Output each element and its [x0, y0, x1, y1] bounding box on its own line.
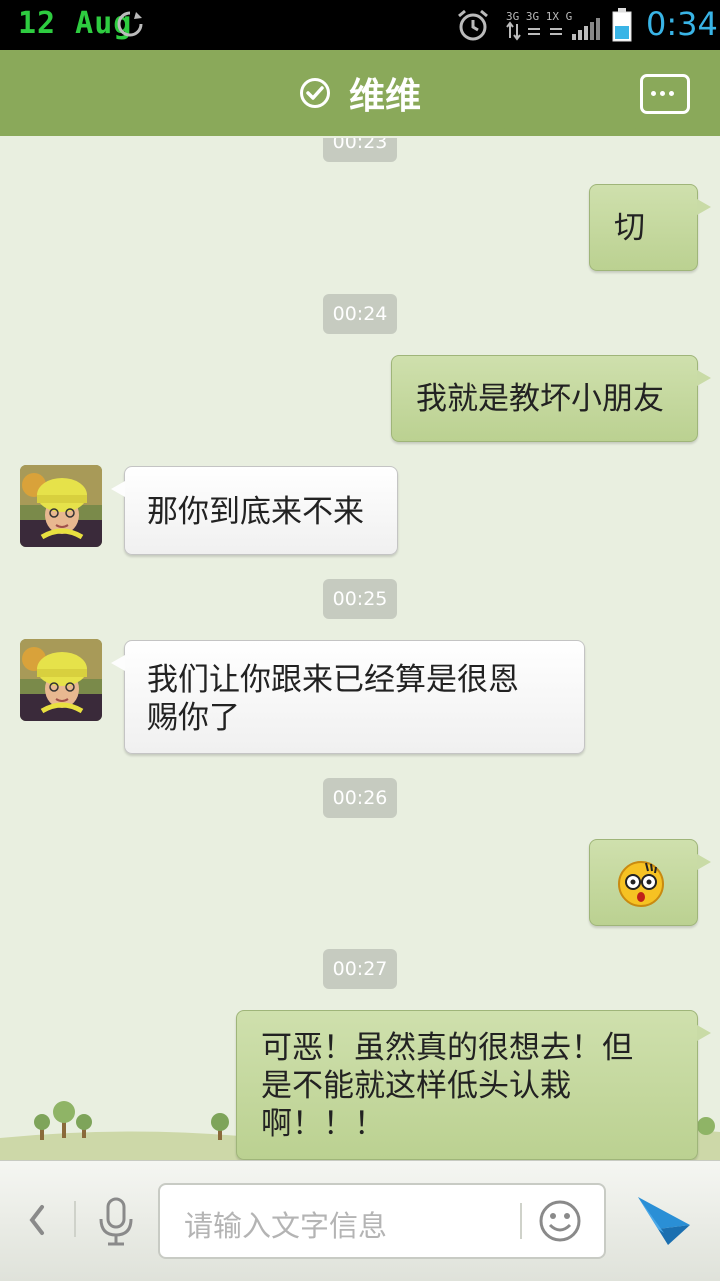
timestamp: 00:24	[323, 294, 397, 334]
timestamp: 00:25	[323, 579, 397, 619]
message-received[interactable]: 那你到底来不来	[111, 466, 398, 555]
contact-name: 维维	[348, 76, 421, 117]
message-text: 那你到底来不来	[147, 494, 364, 530]
header-zigzag-edge	[0, 128, 720, 136]
signal-icon: 3G 3G 1X G	[506, 10, 600, 41]
mic-icon[interactable]	[96, 1197, 136, 1247]
message-text: 切	[614, 210, 645, 246]
chat-header: 维维	[0, 50, 720, 136]
divider	[74, 1201, 76, 1237]
status-bar: 12 Aug 3G 3G 1X G 0:34	[0, 0, 720, 50]
emoji-icon[interactable]	[538, 1199, 582, 1243]
timestamp: 00:23	[323, 138, 397, 162]
alarm-icon	[458, 9, 488, 41]
message-received[interactable]: 我们让你跟来已经算是很恩 赐你了	[111, 640, 585, 754]
timestamp: 00:26	[323, 778, 397, 818]
message-sent-emoji[interactable]	[589, 839, 711, 926]
divider	[520, 1203, 522, 1239]
message-input[interactable]: 请输入文字信息	[158, 1183, 606, 1259]
status-time: 0:34	[646, 5, 718, 43]
svg-text:3G 3G 1X G: 3G 3G 1X G	[506, 10, 572, 23]
battery-icon	[612, 8, 632, 42]
avatar[interactable]	[20, 465, 102, 547]
message-sent[interactable]: 切	[589, 184, 711, 271]
message-text: 是不能就这样低头认栽	[261, 1068, 571, 1104]
input-bar: 请输入文字信息	[0, 1160, 720, 1281]
send-icon[interactable]	[634, 1193, 694, 1249]
message-text: 可恶！虽然真的很想去！但	[261, 1030, 633, 1066]
input-placeholder: 请输入文字信息	[184, 1209, 388, 1243]
more-button[interactable]	[640, 74, 690, 114]
message-text: 啊！！！	[261, 1106, 385, 1142]
message-text: 我就是教坏小朋友	[416, 381, 664, 417]
sync-icon	[117, 11, 143, 37]
timestamp: 00:27	[323, 949, 397, 989]
chat-area[interactable]: 00:23 切 00:24 我就是教坏小朋友 那你到底来不来 00:25 我们让…	[0, 138, 720, 1160]
message-text: 赐你了	[147, 700, 240, 736]
message-sent[interactable]: 我就是教坏小朋友	[391, 355, 711, 442]
avatar[interactable]	[20, 639, 102, 721]
back-arrow-icon[interactable]	[26, 1201, 48, 1239]
check-circle-icon	[299, 78, 330, 108]
message-sent[interactable]: 可恶！虽然真的很想去！但 是不能就这样低头认栽 啊！！！	[236, 1010, 711, 1160]
shocked-emoji-icon	[618, 861, 664, 907]
message-text: 我们让你跟来已经算是很恩	[147, 662, 519, 698]
